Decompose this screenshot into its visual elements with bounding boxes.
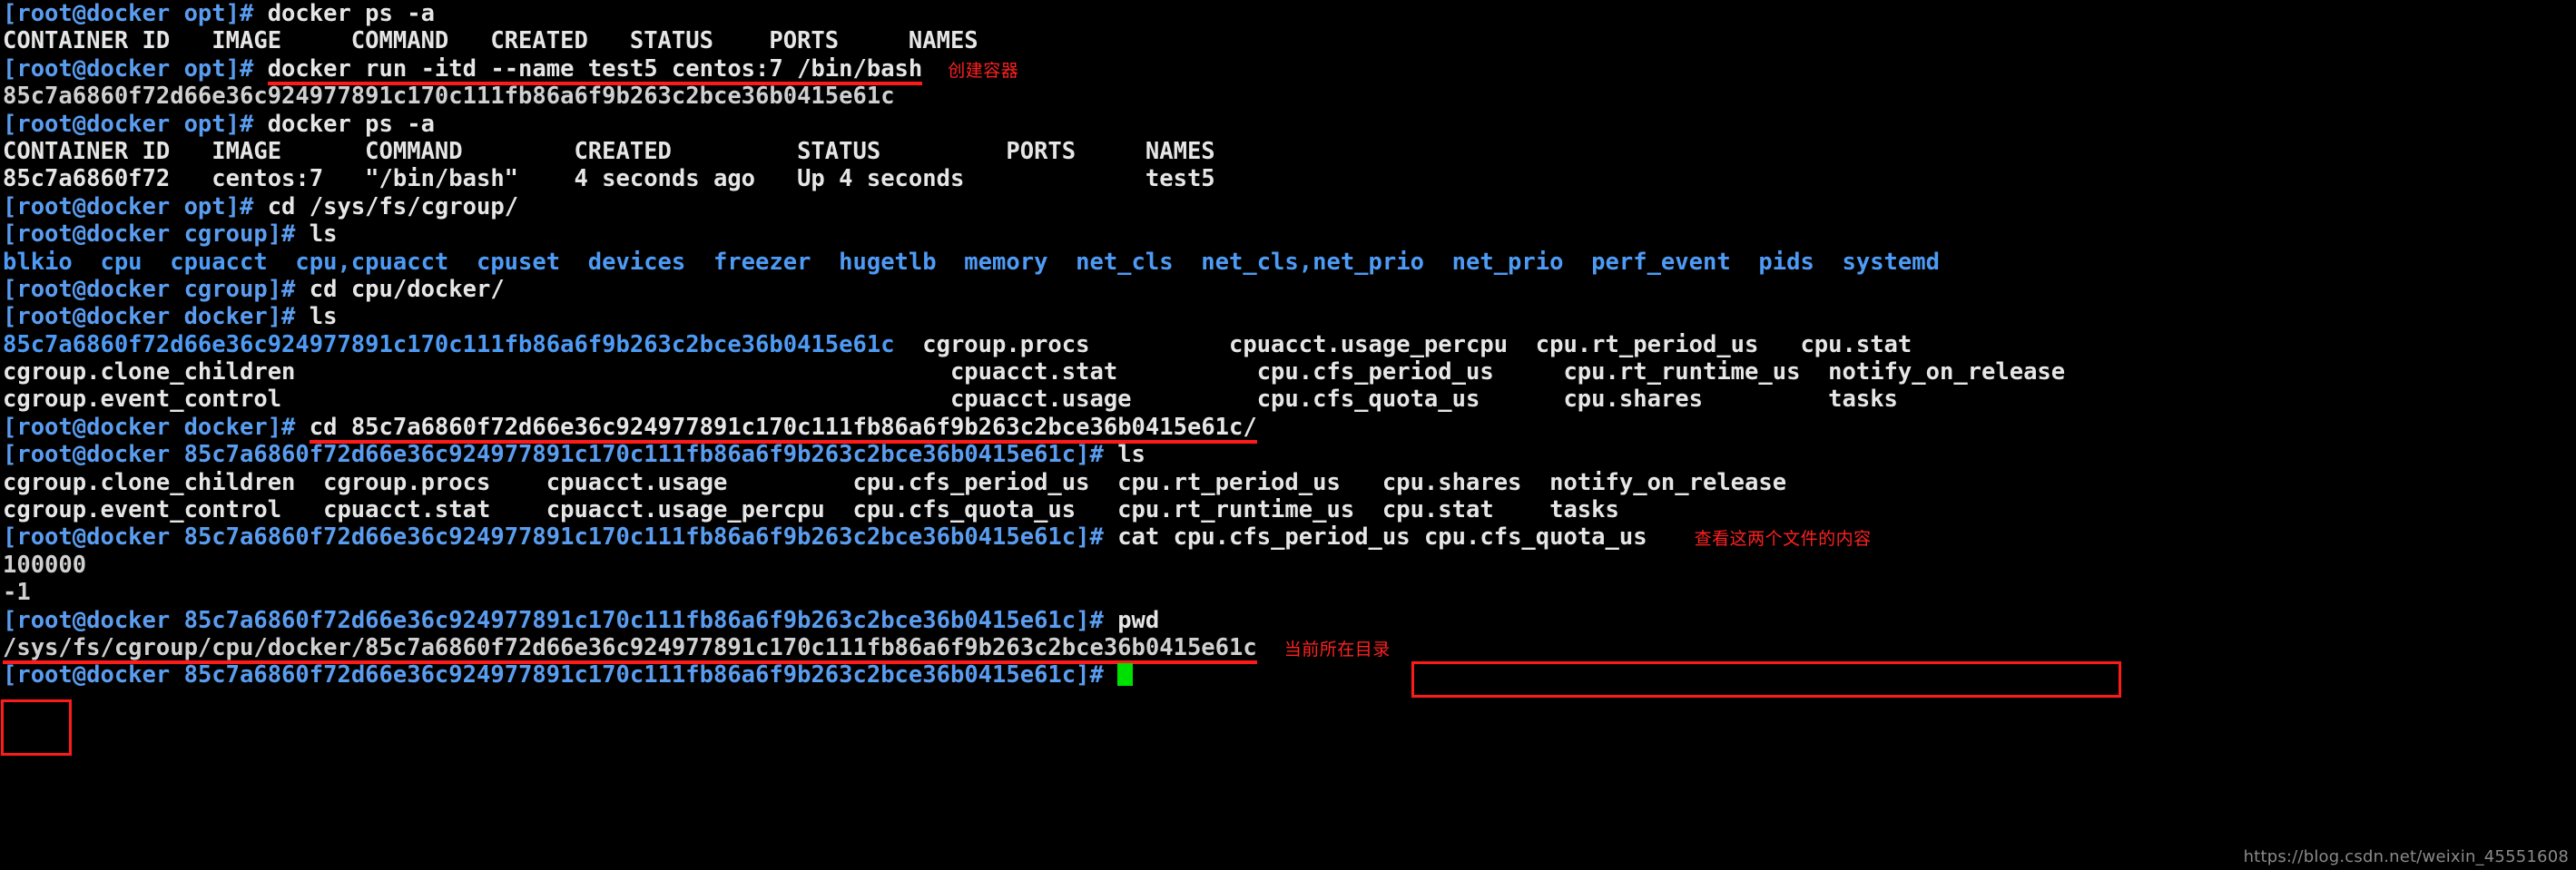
prompt-container-id: 85c7a6860f72d66e36c924977891c170c111fb86…	[183, 606, 1077, 634]
command-text-boxed: cat cpu.cfs_period_us cpu.cfs_quota_us	[1117, 523, 1647, 552]
shell-prompt-close: ]#	[1076, 523, 1118, 552]
container-id-output: 85c7a6860f72d66e36c924977891c170c111fb86…	[3, 83, 895, 111]
terminal-window[interactable]: [root@docker opt]# docker ps -a CONTAINE…	[0, 0, 2576, 870]
shell-prompt: [root@docker cgroup]#	[3, 220, 310, 249]
prompt-container-id: 85c7a6860f72d66e36c924977891c170c111fb86…	[183, 523, 1077, 552]
terminal-line: -1	[0, 579, 2576, 606]
terminal-line: [root@docker 85c7a6860f72d66e36c92497789…	[0, 523, 2576, 551]
ps-table-header: CONTAINER ID IMAGE COMMAND CREATED STATU…	[3, 137, 1215, 165]
terminal-line: 100000	[0, 552, 2576, 579]
shell-prompt: [root@docker	[3, 661, 184, 689]
terminal-cursor[interactable]	[1117, 663, 1134, 687]
terminal-line: [root@docker cgroup]# ls	[0, 220, 2576, 248]
terminal-line: [root@docker docker]# cd 85c7a6860f72d66…	[0, 414, 2576, 441]
shell-prompt: [root@docker opt]#	[3, 54, 268, 83]
terminal-line: [root@docker 85c7a6860f72d66e36c92497789…	[0, 441, 2576, 468]
shell-prompt: [root@docker opt]#	[3, 110, 268, 138]
terminal-line: cgroup.clone_children cgroup.procs cpuac…	[0, 469, 2576, 496]
annotation-current-directory: 当前所在目录	[1283, 639, 1391, 660]
shell-prompt: [root@docker docker]#	[3, 303, 310, 331]
shell-prompt-close: ]#	[1076, 441, 1118, 469]
prompt-container-id: 85c7a6860f72d66e36c924977891c170c111fb86…	[183, 441, 1077, 469]
ls-output-files: cgroup.clone_children cpuacct.stat cpu.c…	[3, 358, 2066, 386]
command-text: ls	[1117, 441, 1145, 469]
terminal-line: [root@docker opt]# docker ps -a	[0, 111, 2576, 138]
highlight-box-cat-output	[1, 699, 72, 756]
terminal-line: [root@docker opt]# cd /sys/fs/cgroup/	[0, 193, 2576, 220]
ls-output-container-dir: 85c7a6860f72d66e36c924977891c170c111fb86…	[3, 330, 895, 358]
cat-output-quota: -1	[3, 579, 31, 607]
terminal-line: /sys/fs/cgroup/cpu/docker/85c7a6860f72d6…	[0, 634, 2576, 661]
terminal-line: CONTAINER ID IMAGE COMMAND CREATED STATU…	[0, 27, 2576, 54]
command-text-highlighted: cd 85c7a6860f72d66e36c924977891c170c111f…	[309, 413, 1257, 441]
shell-prompt-close: ]#	[1076, 661, 1118, 689]
ls-output-directories: blkio cpu cpuacct cpu,cpuacct cpuset dev…	[3, 248, 1940, 276]
terminal-line: cgroup.clone_children cpuacct.stat cpu.c…	[0, 358, 2576, 386]
terminal-line: blkio cpu cpuacct cpu,cpuacct cpuset dev…	[0, 249, 2576, 276]
terminal-line: [root@docker opt]# docker ps -a	[0, 0, 2576, 27]
terminal-line: [root@docker opt]# docker run -itd --nam…	[0, 55, 2576, 83]
command-text: cd cpu/docker/	[309, 275, 505, 303]
command-text: cd /sys/fs/cgroup/	[267, 192, 519, 220]
command-text: ls	[309, 220, 338, 249]
table-row: 85c7a6860f72 centos:7 "/bin/bash" 4 seco…	[0, 165, 2576, 192]
shell-prompt: [root@docker	[3, 523, 184, 552]
shell-prompt: [root@docker	[3, 606, 184, 634]
terminal-line: CONTAINER ID IMAGE COMMAND CREATED STATU…	[0, 138, 2576, 165]
ls-output-files: cgroup.event_control cpuacct.usage cpu.c…	[3, 386, 1898, 414]
annotation-view-two-files: 查看这两个文件的内容	[1694, 529, 1872, 550]
terminal-line: cgroup.event_control cpuacct.usage cpu.c…	[0, 386, 2576, 413]
command-text: docker ps -a	[267, 0, 435, 27]
terminal-line: [root@docker cgroup]# cd cpu/docker/	[0, 276, 2576, 303]
command-text: docker ps -a	[267, 110, 435, 138]
terminal-line: 85c7a6860f72d66e36c924977891c170c111fb86…	[0, 83, 2576, 110]
prompt-container-id: 85c7a6860f72d66e36c924977891c170c111fb86…	[183, 661, 1077, 689]
command-text-highlighted: docker run -itd --name test5 centos:7 /b…	[267, 54, 923, 83]
command-text: pwd	[1117, 606, 1160, 634]
terminal-line: 85c7a6860f72d66e36c924977891c170c111fb86…	[0, 331, 2576, 358]
ps-table-row: 85c7a6860f72 centos:7 "/bin/bash" 4 seco…	[3, 165, 1215, 193]
shell-prompt: [root@docker	[3, 441, 184, 469]
ps-table-header: CONTAINER ID IMAGE COMMAND CREATED STATU…	[3, 27, 978, 55]
terminal-line: cgroup.event_control cpuacct.stat cpuacc…	[0, 496, 2576, 523]
shell-prompt: [root@docker docker]#	[3, 413, 310, 441]
shell-prompt-close: ]#	[1076, 606, 1118, 634]
command-text: ls	[309, 303, 338, 331]
terminal-line: [root@docker docker]# ls	[0, 303, 2576, 330]
terminal-line[interactable]: [root@docker 85c7a6860f72d66e36c92497789…	[0, 661, 2576, 689]
annotation-create-container: 创建容器	[948, 60, 1019, 81]
ls-output-files: cgroup.clone_children cgroup.procs cpuac…	[3, 468, 1787, 496]
ls-output-files: cgroup.event_control cpuacct.stat cpuacc…	[3, 496, 1619, 524]
watermark-url: https://blog.csdn.net/weixin_45551608	[2243, 847, 2569, 866]
ls-output-files: cgroup.procs cpuacct.usage_percpu cpu.rt…	[894, 330, 1912, 358]
shell-prompt: [root@docker opt]#	[3, 192, 268, 220]
pwd-output-highlighted: /sys/fs/cgroup/cpu/docker/85c7a6860f72d6…	[3, 633, 1257, 661]
shell-prompt: [root@docker cgroup]#	[3, 275, 310, 303]
shell-prompt: [root@docker opt]#	[3, 0, 268, 27]
terminal-line: [root@docker 85c7a6860f72d66e36c92497789…	[0, 607, 2576, 634]
cat-output-period: 100000	[3, 551, 87, 579]
